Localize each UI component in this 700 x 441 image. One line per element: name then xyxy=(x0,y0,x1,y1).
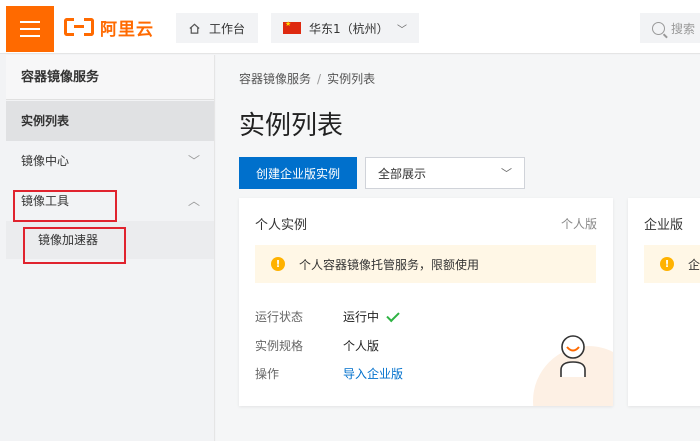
breadcrumb-item: 实例列表 xyxy=(327,72,376,86)
page-title: 实例列表 xyxy=(239,111,344,141)
card-title: 企业版 xyxy=(644,218,684,233)
sidebar-item-instance-list[interactable]: 实例列表 xyxy=(6,101,214,141)
top-bar: 阿里云 工作台 华东1（杭州） ﹀ 搜索 xyxy=(0,0,700,54)
info-row-action: 操作 导入企业版 xyxy=(255,365,403,382)
home-icon xyxy=(189,23,200,34)
info-row-spec: 实例规格 个人版 xyxy=(255,337,379,354)
status-text: 运行中 xyxy=(343,310,380,324)
region-label: 华东1（杭州） xyxy=(309,21,389,36)
breadcrumb-item[interactable]: 容器镜像服务 xyxy=(239,72,311,86)
breadcrumb-separator: / xyxy=(317,72,322,86)
info-row-status: 运行状态 运行中 xyxy=(255,308,400,325)
breadcrumb: 容器镜像服务 / 实例列表 xyxy=(239,70,375,87)
region-selector[interactable]: 华东1（杭州） ﹀ xyxy=(271,13,419,43)
info-value: 运行中 xyxy=(343,308,400,325)
info-key: 运行状态 xyxy=(255,310,304,324)
notice-text: 个人容器镜像托管服务，限额使用 xyxy=(299,257,480,272)
sidebar-title: 容器镜像服务 xyxy=(6,55,214,100)
menu-icon[interactable] xyxy=(6,6,54,52)
info-key: 实例规格 xyxy=(255,339,304,353)
filter-select-value: 全部展示 xyxy=(378,166,427,181)
brand-name: 阿里云 xyxy=(100,19,154,40)
sidebar-item-label: 镜像中心 xyxy=(21,154,70,168)
highlight-box-image-tools xyxy=(13,190,117,222)
search-box[interactable]: 搜索 xyxy=(640,13,700,43)
warning-icon: ! xyxy=(660,257,674,271)
enterprise-instance-card[interactable]: 企业版 ! 企 xyxy=(628,198,700,406)
chevron-down-icon: ﹀ xyxy=(501,167,512,180)
avatar-illustration-icon xyxy=(560,335,586,377)
card-tag: 个人版 xyxy=(560,217,597,231)
create-enterprise-instance-button[interactable]: 创建企业版实例 xyxy=(239,157,357,189)
aliyun-logo-icon xyxy=(64,18,94,36)
info-value: 个人版 xyxy=(343,339,380,353)
chevron-down-icon: ﹀ xyxy=(187,154,200,168)
highlight-box-image-accelerator xyxy=(23,227,126,264)
personal-instance-card[interactable]: 个人实例 个人版 ! 个人容器镜像托管服务，限额使用 运行状态 运行中 实例规格… xyxy=(239,198,613,406)
info-key: 操作 xyxy=(255,367,280,381)
sidebar-item-image-center[interactable]: 镜像中心 ﹀ xyxy=(6,141,214,181)
filter-select[interactable]: 全部展示 ﹀ xyxy=(365,157,525,189)
warning-icon: ! xyxy=(271,257,285,271)
search-icon xyxy=(652,21,665,35)
notice-text: 企 xyxy=(688,257,700,272)
check-icon xyxy=(386,308,400,322)
search-placeholder: 搜索 xyxy=(671,21,696,36)
workbench-button[interactable]: 工作台 xyxy=(176,13,258,43)
workbench-label: 工作台 xyxy=(209,21,246,36)
card-title: 个人实例 xyxy=(255,218,308,233)
notice-banner: ! 企 xyxy=(644,245,700,283)
china-flag-icon xyxy=(283,20,301,34)
sidebar-item-label: 实例列表 xyxy=(21,114,70,128)
brand-logo[interactable]: 阿里云 xyxy=(64,14,154,40)
chevron-up-icon: ︿ xyxy=(187,194,200,208)
chevron-down-icon: ﹀ xyxy=(397,24,407,36)
import-enterprise-link[interactable]: 导入企业版 xyxy=(343,365,403,382)
main-content: 容器镜像服务 / 实例列表 实例列表 创建企业版实例 全部展示 ﹀ 个人实例 个人版… xyxy=(216,55,700,441)
notice-banner: ! 个人容器镜像托管服务，限额使用 xyxy=(255,245,596,283)
